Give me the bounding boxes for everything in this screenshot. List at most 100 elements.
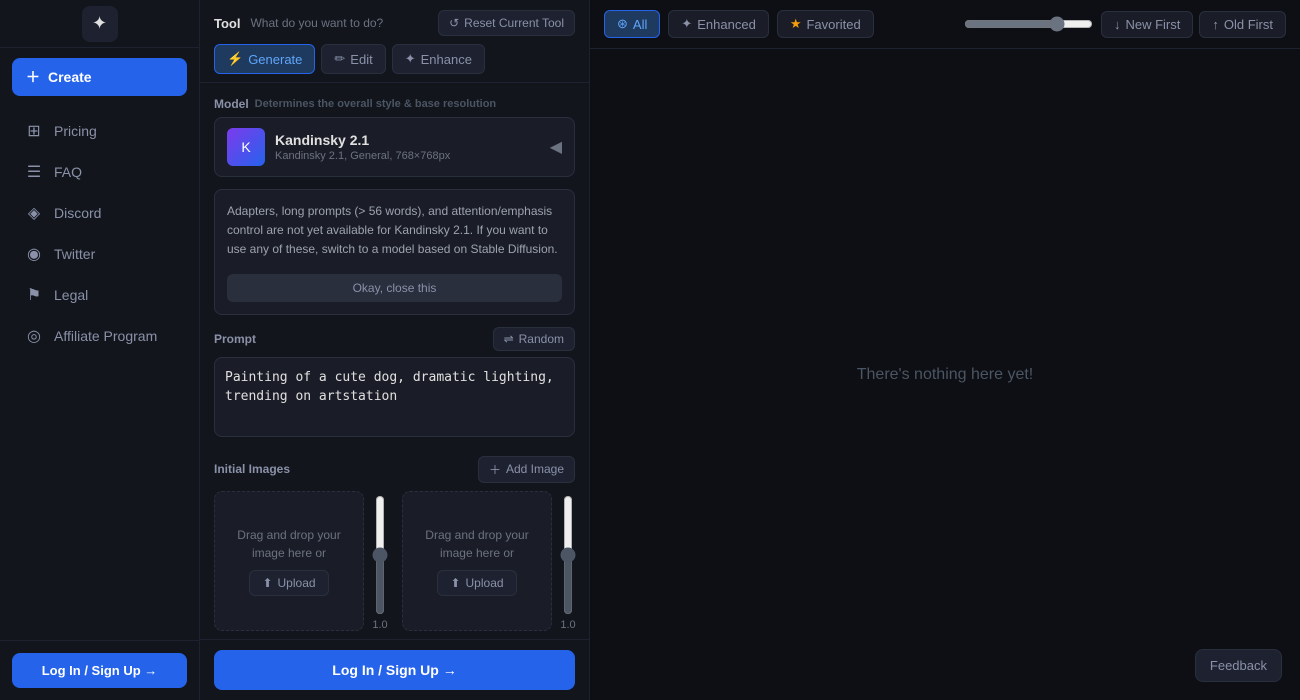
reset-button[interactable]: ↺ Reset Current Tool — [438, 10, 575, 36]
upload-icon-0: ⬆ — [262, 576, 272, 590]
random-icon: ⇌ — [504, 332, 514, 346]
filter-all-button[interactable]: ⊛All — [604, 10, 660, 38]
sidebar-login-button[interactable]: Log In / Sign Up → — [12, 653, 187, 688]
upload-button-1[interactable]: ⬆ Upload — [437, 570, 516, 596]
image-slot-wrapper-1: Drag and drop your image here or ⬆ Uploa… — [402, 491, 578, 635]
filter-enhanced-button[interactable]: ✦Enhanced — [668, 10, 768, 38]
model-section-hint: Determines the overall style & base reso… — [255, 98, 496, 110]
sidebar-item-label-twitter: Twitter — [54, 246, 95, 262]
upload-icon-1: ⬆ — [450, 576, 460, 590]
panel-content: Model Determines the overall style & bas… — [200, 83, 589, 639]
sidebar-item-legal[interactable]: ⚑ Legal — [8, 275, 191, 315]
slot-value-1: 1.0 — [560, 619, 575, 631]
model-arrow-icon: ◀ — [550, 137, 562, 157]
pricing-icon: ⊞ — [24, 121, 44, 141]
model-name: Kandinsky 2.1 — [275, 132, 450, 148]
add-image-button[interactable]: ＋ Add Image — [478, 456, 575, 483]
initial-images-label: Initial Images — [214, 462, 290, 476]
slot-slider-container-1: 1.0 — [558, 491, 578, 635]
sort-old-first-button[interactable]: ↑Old First — [1199, 11, 1286, 38]
image-slot-wrapper-0: Drag and drop your image here or ⬆ Uploa… — [214, 491, 390, 635]
edit-button[interactable]: ✏Edit — [321, 44, 385, 74]
create-label: Create — [48, 69, 92, 85]
warning-text: Adapters, long prompts (> 56 words), and… — [227, 202, 562, 260]
sidebar-item-discord[interactable]: ◈ Discord — [8, 193, 191, 233]
toolbar-top: Tool What do you want to do? ↺ Reset Cur… — [214, 10, 575, 36]
sidebar-login-label: Log In / Sign Up → — [42, 663, 158, 678]
favorited-icon: ★ — [790, 16, 802, 32]
warning-box: Adapters, long prompts (> 56 words), and… — [214, 189, 575, 315]
sort-new-first-button[interactable]: ↓New First — [1101, 11, 1193, 38]
sidebar-logo: ✦ — [0, 0, 199, 48]
slot-slider-container-0: 1.0 — [370, 491, 390, 635]
slot-slider-0[interactable] — [370, 495, 390, 615]
panel-footer: Log In / Sign Up → — [200, 639, 589, 700]
prompt-header: Prompt ⇌ Random — [214, 327, 575, 351]
sidebar-item-faq[interactable]: ☰ FAQ — [8, 152, 191, 192]
initial-images-header: Initial Images ＋ Add Image — [214, 456, 575, 483]
model-sub: Kandinsky 2.1, General, 768×768px — [275, 150, 450, 162]
sort-slider[interactable] — [964, 16, 1093, 32]
prompt-textarea[interactable]: Painting of a cute dog, dramatic lightin… — [214, 357, 575, 437]
image-slots-container: Drag and drop your image here or ⬆ Uploa… — [214, 491, 575, 635]
sidebar-item-label-discord: Discord — [54, 205, 101, 221]
image-slot-text-1: Drag and drop your image here or — [415, 526, 539, 562]
reset-icon: ↺ — [449, 16, 459, 30]
add-image-label: Add Image — [506, 462, 564, 476]
generate-button[interactable]: ⚡Generate — [214, 44, 315, 74]
all-icon: ⊛ — [617, 16, 628, 32]
slot-slider-1[interactable] — [558, 495, 578, 615]
feedback-button[interactable]: Feedback — [1195, 649, 1282, 682]
discord-icon: ◈ — [24, 203, 44, 223]
close-warning-button[interactable]: Okay, close this — [227, 274, 562, 302]
sidebar: ✦ ＋ Create ⊞ Pricing ☰ FAQ ◈ Discord ◉ T… — [0, 0, 200, 700]
random-button[interactable]: ⇌ Random — [493, 327, 575, 351]
plus-icon: ＋ — [26, 67, 40, 87]
sort-buttons: ↓New First↑Old First — [1101, 11, 1286, 38]
tool-hint: What do you want to do? — [250, 16, 383, 30]
sidebar-item-label-pricing: Pricing — [54, 123, 97, 139]
toolbar-actions: ⚡Generate✏Edit✦Enhance — [214, 44, 575, 74]
add-image-icon: ＋ — [489, 461, 501, 478]
model-avatar-letter: K — [241, 139, 250, 155]
reset-label: Reset Current Tool — [464, 16, 564, 30]
twitter-icon: ◉ — [24, 244, 44, 264]
sidebar-item-label-affiliate: Affiliate Program — [54, 328, 157, 344]
enhance-icon: ✦ — [405, 51, 416, 67]
generate-icon: ⚡ — [227, 51, 243, 67]
filter-favorited-button[interactable]: ★Favorited — [777, 10, 874, 38]
new-first-icon: ↓ — [1114, 17, 1121, 32]
sidebar-item-pricing[interactable]: ⊞ Pricing — [8, 111, 191, 151]
enhance-button[interactable]: ✦Enhance — [392, 44, 485, 74]
app-logo-icon: ✦ — [82, 6, 118, 42]
random-label: Random — [519, 332, 564, 346]
edit-icon: ✏ — [334, 51, 345, 67]
sidebar-nav: ⊞ Pricing ☰ FAQ ◈ Discord ◉ Twitter ⚑ Le… — [0, 106, 199, 640]
main-panel: Tool What do you want to do? ↺ Reset Cur… — [200, 0, 590, 700]
legal-icon: ⚑ — [24, 285, 44, 305]
sidebar-item-twitter[interactable]: ◉ Twitter — [8, 234, 191, 274]
image-slot-1[interactable]: Drag and drop your image here or ⬆ Uploa… — [402, 491, 552, 631]
model-section-label: Model Determines the overall style & bas… — [214, 97, 575, 111]
model-avatar: K — [227, 128, 265, 166]
old-first-icon: ↑ — [1212, 17, 1219, 32]
faq-icon: ☰ — [24, 162, 44, 182]
affiliate-icon: ◎ — [24, 326, 44, 346]
prompt-section-label: Prompt — [214, 332, 256, 346]
model-selector[interactable]: K Kandinsky 2.1 Kandinsky 2.1, General, … — [214, 117, 575, 177]
model-info: Kandinsky 2.1 Kandinsky 2.1, General, 76… — [275, 132, 450, 162]
tool-label: Tool — [214, 16, 240, 31]
main-login-button[interactable]: Log In / Sign Up → — [214, 650, 575, 690]
sort-slider-container — [964, 16, 1093, 32]
empty-text: There's nothing here yet! — [857, 366, 1034, 384]
sidebar-item-affiliate[interactable]: ◎ Affiliate Program — [8, 316, 191, 356]
content-empty: There's nothing here yet! — [590, 49, 1300, 700]
content-toolbar: ⊛All ✦Enhanced ★Favorited ↓New First↑Old Fi… — [590, 0, 1300, 49]
sidebar-item-label-legal: Legal — [54, 287, 88, 303]
upload-button-0[interactable]: ⬆ Upload — [249, 570, 328, 596]
slot-value-0: 1.0 — [372, 619, 387, 631]
create-button[interactable]: ＋ Create — [12, 58, 187, 96]
sidebar-item-label-faq: FAQ — [54, 164, 82, 180]
image-slot-0[interactable]: Drag and drop your image here or ⬆ Uploa… — [214, 491, 364, 631]
close-warning-label: Okay, close this — [353, 281, 437, 295]
